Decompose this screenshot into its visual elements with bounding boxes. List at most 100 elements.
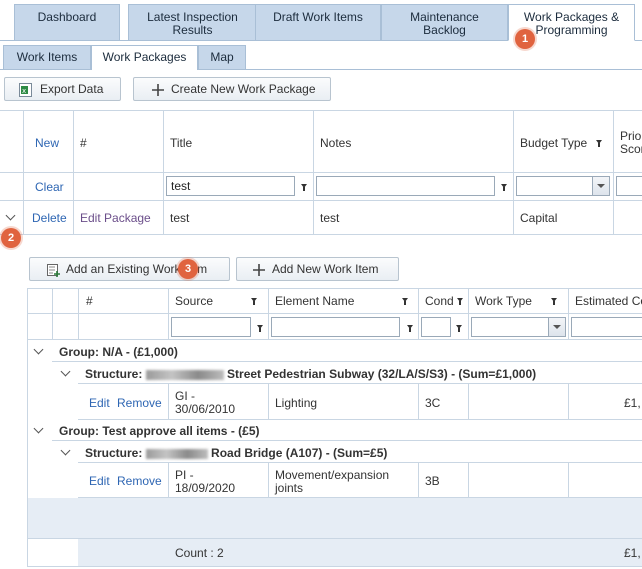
budget-type-filter-select[interactable] [516, 176, 610, 196]
excel-icon: x [19, 82, 32, 104]
remove-item-link[interactable]: Remove [117, 474, 162, 488]
column-header-notes[interactable]: Notes [320, 136, 351, 150]
remove-item-link[interactable]: Remove [117, 396, 162, 410]
grid-border [168, 288, 169, 339]
column-header-num[interactable]: # [86, 294, 93, 308]
create-work-package-button[interactable]: Create New Work Package [133, 77, 331, 101]
subtab-work-packages[interactable]: Work Packages [91, 45, 198, 70]
column-header-element-name[interactable]: Element Name [275, 294, 354, 308]
tab-maintenance-backlog[interactable]: Maintenance Backlog [381, 4, 508, 40]
filter-icon[interactable] [501, 184, 507, 191]
grid-border [268, 288, 269, 339]
grid-border [23, 110, 24, 234]
edit-item-link[interactable]: Edit [89, 474, 110, 488]
grid-border [78, 288, 79, 339]
grid-border [73, 110, 74, 234]
column-header-title[interactable]: Title [170, 136, 192, 150]
grid-border [27, 288, 642, 289]
filter-icon[interactable] [456, 325, 462, 332]
tab-latest-inspection-results[interactable]: Latest Inspection Results [128, 4, 257, 40]
tab-label: Latest Inspection Results [147, 10, 238, 37]
chevron-down-icon[interactable] [548, 318, 565, 336]
priority-filter-input[interactable] [616, 176, 642, 196]
column-header-num[interactable]: # [80, 136, 87, 150]
grid-border [418, 462, 419, 497]
grid-border [27, 339, 642, 340]
filter-icon[interactable] [457, 298, 463, 305]
clear-filter-link[interactable]: Clear [35, 180, 64, 194]
structure-label: Road Bridge (A107) - (Sum=£5) [211, 446, 388, 460]
export-data-button[interactable]: x Export Data [4, 77, 121, 101]
grid-border [52, 288, 53, 339]
filter-icon[interactable] [402, 298, 408, 305]
add-new-work-item-button[interactable]: Add New Work Item [236, 257, 399, 281]
title-filter-input[interactable]: test [166, 176, 295, 196]
grid-border [168, 383, 169, 419]
grid-border [268, 383, 269, 419]
edit-package-link[interactable]: Edit Package [80, 211, 151, 225]
filter-icon[interactable] [301, 184, 307, 191]
tab-draft-work-items[interactable]: Draft Work Items [255, 4, 381, 40]
column-header-budget-type[interactable]: Budget Type [520, 136, 587, 150]
notes-filter-input[interactable] [316, 176, 495, 196]
source-date-cell: 30/06/2010 [175, 402, 236, 416]
grid-border [0, 110, 642, 111]
step-badge-3: 3 [178, 259, 198, 279]
source-filter-input[interactable] [171, 317, 251, 337]
filter-icon[interactable] [257, 325, 263, 332]
grid-border [78, 462, 642, 463]
structure-prefix: Structure: [85, 367, 143, 381]
filter-icon[interactable] [251, 298, 257, 305]
estimated-cost-filter-input[interactable] [571, 317, 642, 337]
element-filter-input[interactable] [271, 317, 400, 337]
work-type-filter-select[interactable] [471, 317, 566, 337]
chevron-down-icon[interactable] [5, 210, 16, 221]
add-list-icon [47, 262, 61, 284]
structure-header: Structure: Road Bridge (A107) - (Sum=£5) [85, 446, 387, 460]
column-header-priority-score[interactable]: Priority Score [620, 130, 642, 156]
element-cell: Lighting [275, 396, 318, 410]
tab-label: Draft Work Items [273, 10, 363, 24]
grid-empty-area [28, 498, 642, 538]
delete-package-link[interactable]: Delete [32, 211, 67, 225]
grid-border [163, 110, 164, 234]
new-package-link[interactable]: New [35, 136, 59, 150]
filter-icon[interactable] [551, 298, 557, 305]
cond-filter-input[interactable] [421, 317, 451, 337]
grid-border [468, 288, 469, 339]
grid-border [52, 361, 642, 362]
tab-label: Maintenance Backlog [410, 10, 479, 37]
structure-prefix: Structure: [85, 446, 143, 460]
grid-footer [78, 539, 642, 566]
column-header-source[interactable]: Source [175, 294, 213, 308]
column-header-cond[interactable]: Cond [425, 294, 454, 308]
subtab-map[interactable]: Map [198, 45, 246, 69]
grid-border [568, 462, 569, 497]
grid-border [418, 288, 419, 339]
chevron-down-icon[interactable] [592, 177, 609, 195]
tab-dashboard[interactable]: Dashboard [14, 4, 120, 40]
column-header-work-type[interactable]: Work Type [475, 294, 532, 308]
grid-border [0, 200, 642, 201]
subtab-work-items[interactable]: Work Items [3, 45, 91, 69]
add-new-work-item-label: Add New Work Item [272, 262, 379, 276]
grid-border [78, 383, 642, 384]
redacted-text [145, 369, 224, 380]
structure-header: Structure: Street Pedestrian Subway (32/… [85, 367, 536, 381]
column-header-estimated-cost[interactable]: Estimated Cost [575, 294, 642, 308]
cond-cell: 3C [425, 396, 441, 410]
step-badge-1: 1 [515, 29, 535, 49]
group-header: Group: N/A - (£1,000) [59, 345, 178, 359]
filter-icon[interactable] [407, 325, 413, 332]
plus-icon [151, 82, 165, 104]
grid-border [613, 110, 614, 234]
filter-icon[interactable] [596, 140, 602, 147]
add-existing-work-item-button[interactable]: Add an Existing Work Item [29, 257, 230, 281]
grid-border [468, 462, 469, 497]
cost-cell: £1, [624, 396, 641, 410]
item-count: Count : 2 [175, 546, 224, 560]
edit-item-link[interactable]: Edit [89, 396, 110, 410]
create-work-package-label: Create New Work Package [171, 82, 316, 96]
grid-border [78, 419, 642, 420]
export-data-label: Export Data [40, 82, 104, 96]
